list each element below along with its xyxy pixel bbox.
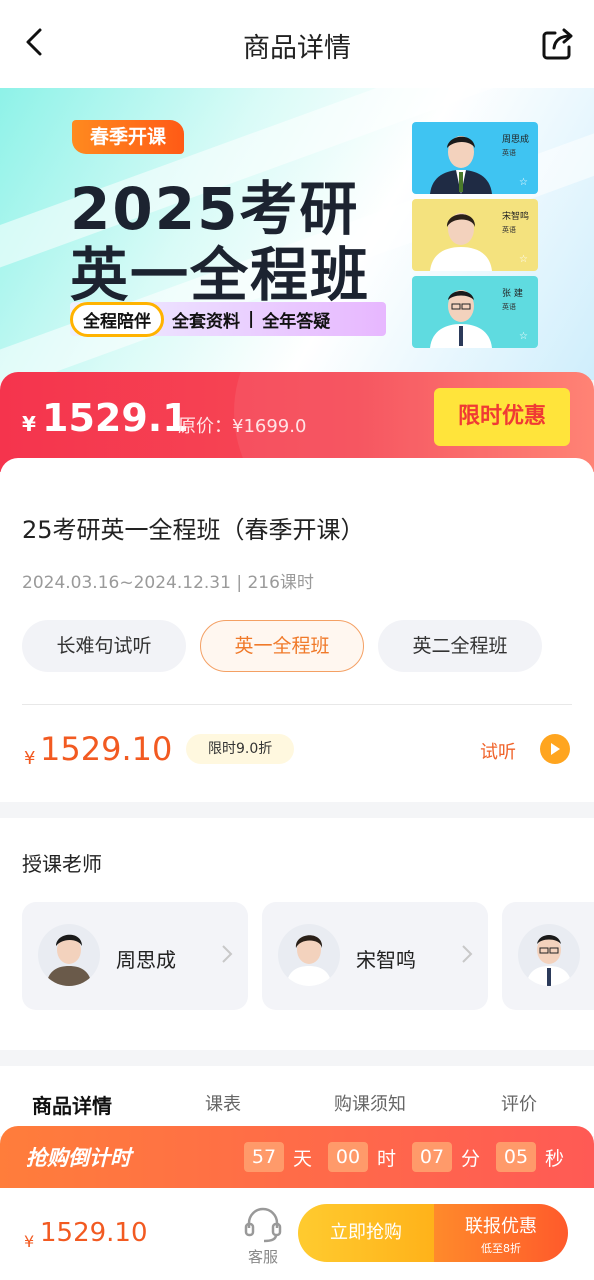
teachers-section: 授课老师 周思成 宋智鸣 (0, 818, 594, 1050)
current-price: 1529.1 (42, 396, 189, 440)
banner-teacher-card: 宋智鸣 英语 ☆ (412, 199, 538, 271)
option-chip[interactable]: 英二全程班 (378, 620, 542, 672)
purchase-button-group: 立即抢购 联报优惠 低至8折 (298, 1204, 568, 1262)
course-title: 25考研英一全程班（春季开课） (22, 516, 365, 544)
customer-service-label: 客服 (247, 1248, 278, 1266)
currency-symbol: ¥ (24, 1232, 35, 1251)
teacher-card[interactable] (502, 902, 594, 1010)
countdown-unit: 时 (377, 1148, 397, 1170)
feature-item: 全年答疑 (262, 311, 331, 332)
banner-teacher-name: 张 建 (502, 289, 523, 299)
bottom-price: 1529.10 (40, 1218, 148, 1248)
course-banner: 春季开课 2025考研 英一全程班 全程陪伴 全套资料 | 全年答疑 周思成 英… (0, 88, 594, 380)
logo-icon: ☆ (519, 177, 528, 188)
top-nav-bar: 商品详情 (0, 0, 594, 88)
teacher-card[interactable]: 周思成 (22, 902, 248, 1010)
share-button[interactable] (536, 22, 580, 66)
season-tag: 春季开课 (72, 120, 185, 154)
combo-discount-sub: 低至8折 (481, 1242, 521, 1255)
tab-purchase-notes[interactable]: 购课须知 (334, 1090, 406, 1116)
flash-sale-countdown: 抢购倒计时 57 天 00 时 07 分 05 秒 (0, 1126, 594, 1188)
banner-teacher-card: 周思成 英语 ☆ (412, 122, 538, 194)
teacher-photo (430, 213, 492, 271)
original-price: 原价：¥1699.0 (178, 416, 307, 437)
divider (22, 704, 572, 705)
tab-details[interactable]: 商品详情 (32, 1090, 112, 1119)
countdown-unit: 分 (461, 1148, 481, 1170)
share-icon (542, 28, 573, 60)
banner-features: 全程陪伴 全套资料 | 全年答疑 (70, 301, 386, 337)
feature-item: 全套资料 (172, 311, 240, 332)
countdown-unit: 天 (293, 1148, 313, 1170)
countdown-days: 57 (244, 1142, 284, 1172)
logo-icon: ☆ (519, 254, 528, 265)
avatar (518, 924, 580, 986)
chevron-right-icon (222, 945, 233, 963)
teacher-card[interactable]: 宋智鸣 (262, 902, 488, 1010)
banner-teacher-card: 张 建 英语 ☆ (412, 276, 538, 348)
teacher-photo (430, 290, 492, 348)
banner-teacher-subject: 英语 (502, 303, 516, 311)
discount-badge: 限时9.0折 (186, 734, 295, 764)
option-chip-selected[interactable]: 英一全程班 (200, 620, 364, 672)
combo-discount-button[interactable]: 联报优惠 低至8折 (434, 1204, 568, 1262)
combo-discount-label: 联报优惠 (465, 1216, 537, 1237)
buy-now-button[interactable]: 立即抢购 (298, 1204, 434, 1262)
play-icon (551, 743, 560, 755)
trial-link[interactable]: 试听 (480, 738, 516, 764)
section-title: 授课老师 (22, 852, 102, 876)
countdown-seconds: 05 (496, 1142, 536, 1172)
currency-symbol: ¥ (24, 748, 36, 769)
countdown-unit: 秒 (545, 1148, 565, 1170)
customer-service-button[interactable]: 客服 (240, 1206, 286, 1268)
teacher-name: 宋智鸣 (356, 948, 416, 972)
countdown-hours: 00 (328, 1142, 368, 1172)
page-title: 商品详情 (243, 33, 351, 64)
feature-item: 全程陪伴 (70, 301, 164, 337)
price-bar: ¥ 1529.1 原价：¥1699.0 限时优惠 (0, 372, 594, 472)
countdown-label: 抢购倒计时 (26, 1146, 131, 1170)
limited-offer-badge: 限时优惠 (434, 388, 570, 446)
avatar (278, 924, 340, 986)
banner-title-line2: 英一全程班 (70, 241, 371, 309)
banner-teacher-name: 宋智鸣 (502, 212, 530, 222)
banner-teacher-name: 周思成 (502, 135, 530, 145)
teacher-name: 周思成 (116, 948, 176, 972)
banner-teacher-subject: 英语 (502, 226, 516, 234)
tab-schedule[interactable]: 课表 (205, 1090, 241, 1116)
tab-reviews[interactable]: 评价 (501, 1090, 537, 1116)
teacher-photo (430, 136, 492, 194)
option-price: 1529.10 (40, 730, 173, 768)
play-button[interactable] (540, 734, 570, 764)
course-meta: 2024.03.16~2024.12.31 | 216课时 (22, 573, 314, 593)
banner-teacher-subject: 英语 (502, 149, 516, 157)
course-info-card: 25考研英一全程班（春季开课） 2024.03.16~2024.12.31 | … (0, 458, 594, 802)
countdown-minutes: 07 (412, 1142, 452, 1172)
logo-icon: ☆ (519, 331, 528, 342)
headset-icon (244, 1207, 282, 1243)
option-chip[interactable]: 长难句试听 (22, 620, 186, 672)
avatar (38, 924, 100, 986)
currency-symbol: ¥ (22, 412, 36, 436)
bottom-action-bar: ¥ 1529.10 客服 立即抢购 联报优惠 低至8折 (0, 1188, 594, 1280)
chevron-right-icon (462, 945, 473, 963)
